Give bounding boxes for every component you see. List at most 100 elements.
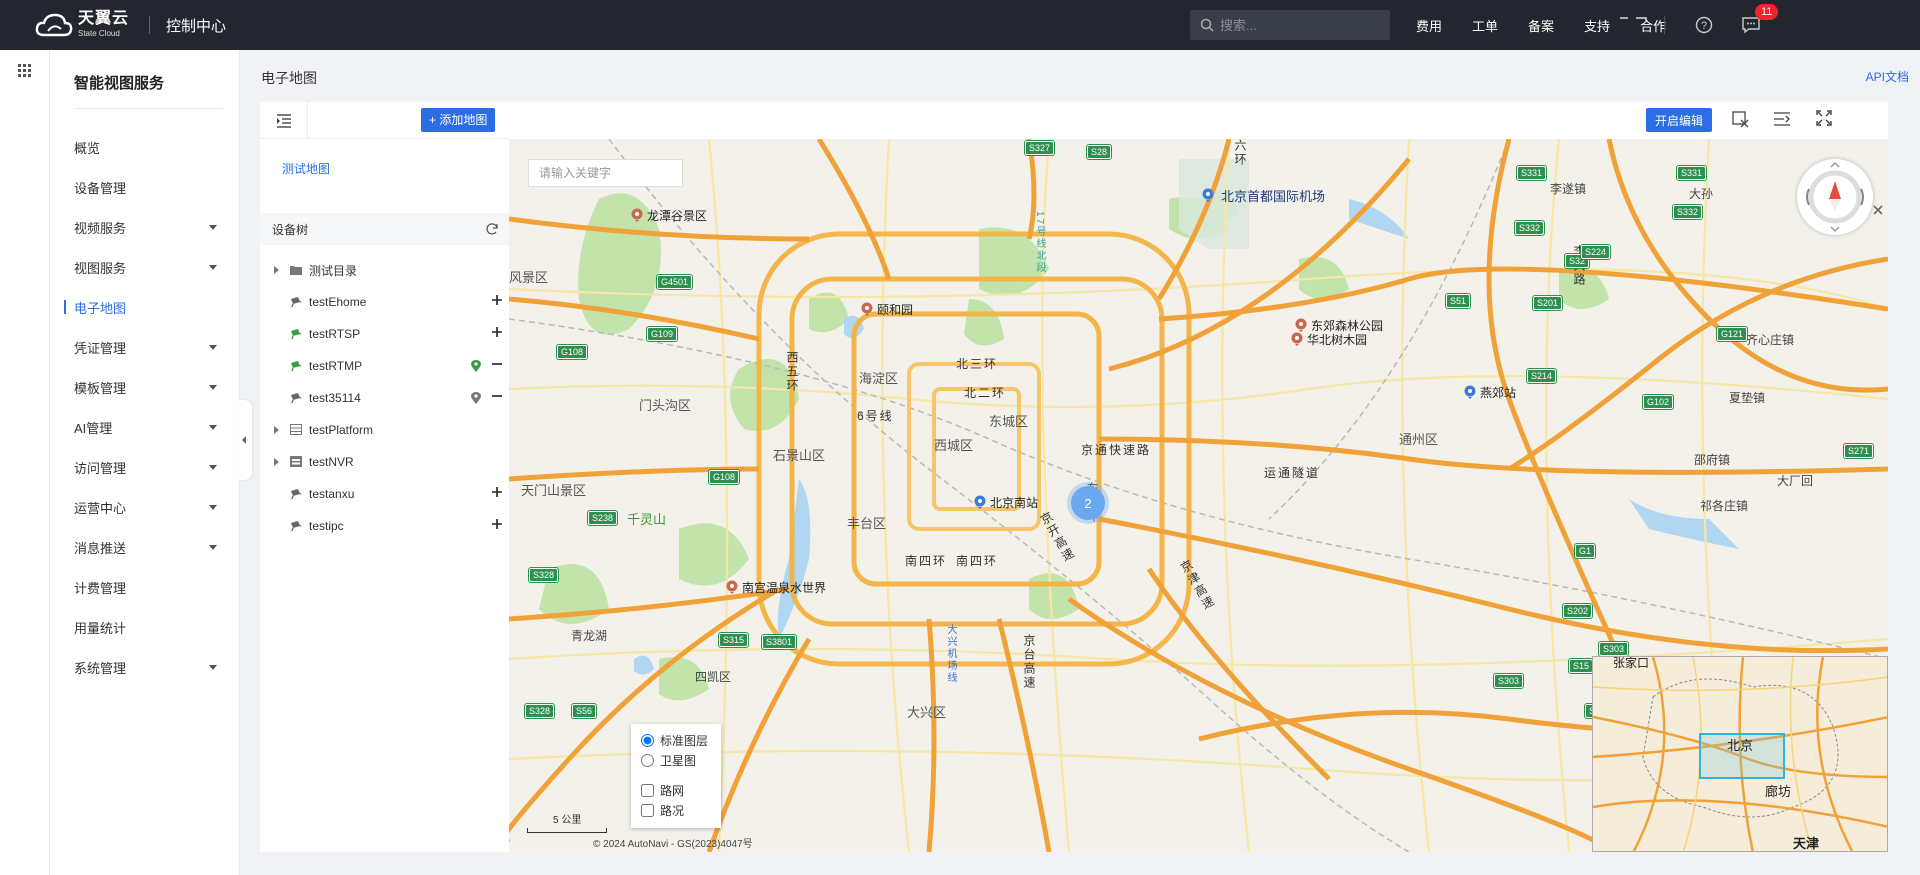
tree-node[interactable]: testEhome	[260, 286, 509, 318]
layer-standard-radio[interactable]	[641, 733, 654, 747]
add-map-button[interactable]: + 添加地图	[421, 108, 496, 132]
search-input[interactable]	[1220, 17, 1380, 33]
poi-pin-icon[interactable]	[1291, 332, 1303, 346]
user-avatar-icon[interactable]	[1618, 16, 1648, 28]
overlay-roadnet-checkbox[interactable]	[641, 783, 654, 797]
map-canvas[interactable]: 海淀区西城区东城区石景山区丰台区 门头沟区通州区大兴区 风景区天门山景区 龙潭谷景区颐…	[509, 139, 1888, 852]
station-pin-icon[interactable]	[1464, 385, 1476, 399]
map-label: 南四环	[956, 554, 999, 568]
search-icon	[1200, 18, 1214, 32]
sidebar-item[interactable]: 视频服务	[50, 207, 239, 247]
overlay-traffic-checkbox[interactable]	[641, 803, 654, 817]
brand-name-en: State Cloud	[78, 29, 120, 38]
add-to-map-icon[interactable]	[491, 294, 503, 306]
map-label: 四凯区	[695, 670, 732, 684]
refresh-icon[interactable]	[485, 222, 499, 236]
panel-toggle-button[interactable]	[260, 102, 308, 139]
sidebar-item[interactable]: 访问管理	[50, 447, 239, 487]
keyword-search-input[interactable]	[528, 159, 683, 187]
start-edit-button[interactable]: 开启编辑	[1646, 108, 1713, 132]
poi-pin-icon[interactable]	[1295, 318, 1307, 332]
clear-selection-icon[interactable]	[1731, 110, 1749, 128]
map-label: 北三环	[956, 357, 999, 371]
layer-satellite-radio[interactable]	[641, 753, 654, 767]
sidebar-item[interactable]: 计费管理	[50, 567, 239, 607]
sidebar-item[interactable]: 视图服务	[50, 247, 239, 287]
overlay-roadnet-option[interactable]: 路网	[641, 780, 721, 800]
map-label: 北京南站	[990, 496, 1039, 510]
sidebar-item[interactable]: 概览	[50, 127, 239, 167]
road-shield: S15	[1567, 658, 1595, 674]
sidebar-item[interactable]: 消息推送	[50, 527, 239, 567]
tree-node[interactable]: test35114	[260, 382, 509, 414]
poi-pin-icon[interactable]	[726, 580, 738, 594]
road-shield: S3801	[760, 634, 798, 650]
layer-standard-option[interactable]: 标准图层	[641, 730, 721, 750]
tree-node[interactable]: testanxu	[260, 478, 509, 510]
global-search[interactable]	[1190, 10, 1390, 40]
map-label: 燕郊站	[1480, 386, 1517, 400]
fullscreen-icon[interactable]	[1816, 110, 1832, 126]
overview-map[interactable]: 张家口 北京 廊坊 天津	[1592, 656, 1888, 852]
help-icon[interactable]: ?	[1695, 16, 1713, 34]
map-label: 天门山景区	[521, 483, 587, 498]
road-shield: S202	[1561, 603, 1594, 619]
list-toggle-icon[interactable]	[1773, 110, 1791, 128]
device-tree-title: 设备树	[272, 222, 309, 237]
tree-node[interactable]: testRTSP	[260, 318, 509, 350]
nav-billing[interactable]: 费用	[1416, 16, 1442, 35]
road-shield: S328	[523, 703, 556, 719]
sidebar-item-label: 凭证管理	[74, 340, 127, 356]
overview-label: 廊坊	[1765, 784, 1792, 799]
map-compass[interactable]	[1797, 159, 1873, 235]
tree-node[interactable]: testPlatform	[260, 414, 509, 446]
console-title[interactable]: 控制中心	[166, 15, 226, 36]
poi-pin-icon[interactable]	[631, 208, 643, 222]
sidebar-item[interactable]: 电子地图	[50, 287, 239, 327]
tree-node[interactable]: 测试目录	[260, 254, 509, 286]
nav-ticket[interactable]: 工单	[1472, 16, 1498, 35]
sidebar-item[interactable]: 凭证管理	[50, 327, 239, 367]
sidebar-item[interactable]: 模板管理	[50, 367, 239, 407]
overlay-traffic-option[interactable]: 路况	[641, 800, 721, 820]
sidebar-item[interactable]: 用量统计	[50, 607, 239, 647]
road-shield: S331	[1515, 165, 1548, 181]
road-shield: S327	[1023, 140, 1056, 156]
expand-arrow-icon[interactable]	[274, 458, 279, 466]
add-to-map-icon[interactable]	[491, 486, 503, 498]
tree-node[interactable]: testRTMP	[260, 350, 509, 382]
remove-from-map-icon[interactable]	[491, 358, 503, 370]
sidebar-item[interactable]: 运营中心	[50, 487, 239, 527]
station-pin-icon[interactable]	[1202, 188, 1214, 202]
add-to-map-icon[interactable]	[491, 326, 503, 338]
sidebar-item-label: 视频服务	[74, 220, 127, 236]
api-doc-link[interactable]: API文档	[1866, 68, 1909, 85]
station-pin-icon[interactable]	[974, 495, 986, 509]
brand-logo[interactable]: 天翼云 State Cloud 控制中心	[34, 0, 226, 50]
nav-support[interactable]: 支持	[1584, 16, 1610, 35]
top-nav: 费用 工单 备案 支持 合作	[1416, 0, 1696, 50]
sidebar-item[interactable]: 系统管理	[50, 647, 239, 687]
road-shield: S214	[1525, 368, 1558, 384]
zoom-control-icon[interactable]	[1871, 203, 1885, 217]
apps-grid-icon[interactable]	[18, 64, 32, 78]
sidebar-item-label: 运营中心	[74, 500, 127, 516]
expand-arrow-icon[interactable]	[274, 426, 279, 434]
add-to-map-icon[interactable]	[491, 518, 503, 530]
map-label: 李遂镇	[1550, 182, 1587, 196]
map-list-item[interactable]: 测试地图	[282, 160, 330, 177]
overlay-roadnet-label: 路网	[660, 783, 685, 798]
expand-arrow-icon[interactable]	[274, 266, 279, 274]
device-cluster-marker[interactable]: 2	[1071, 486, 1105, 520]
nav-filing[interactable]: 备案	[1528, 16, 1554, 35]
tree-node[interactable]: testNVR	[260, 446, 509, 478]
map-label: 大孙	[1689, 187, 1714, 201]
remove-from-map-icon[interactable]	[491, 390, 503, 402]
sidebar-item[interactable]: AI管理	[50, 407, 239, 447]
tree-node[interactable]: testipc	[260, 510, 509, 542]
road-shield: S332	[1513, 220, 1546, 236]
layer-satellite-option[interactable]: 卫星图	[641, 750, 721, 770]
compass-icon	[1806, 161, 1864, 233]
poi-pin-icon[interactable]	[861, 302, 873, 316]
sidebar-item[interactable]: 设备管理	[50, 167, 239, 207]
